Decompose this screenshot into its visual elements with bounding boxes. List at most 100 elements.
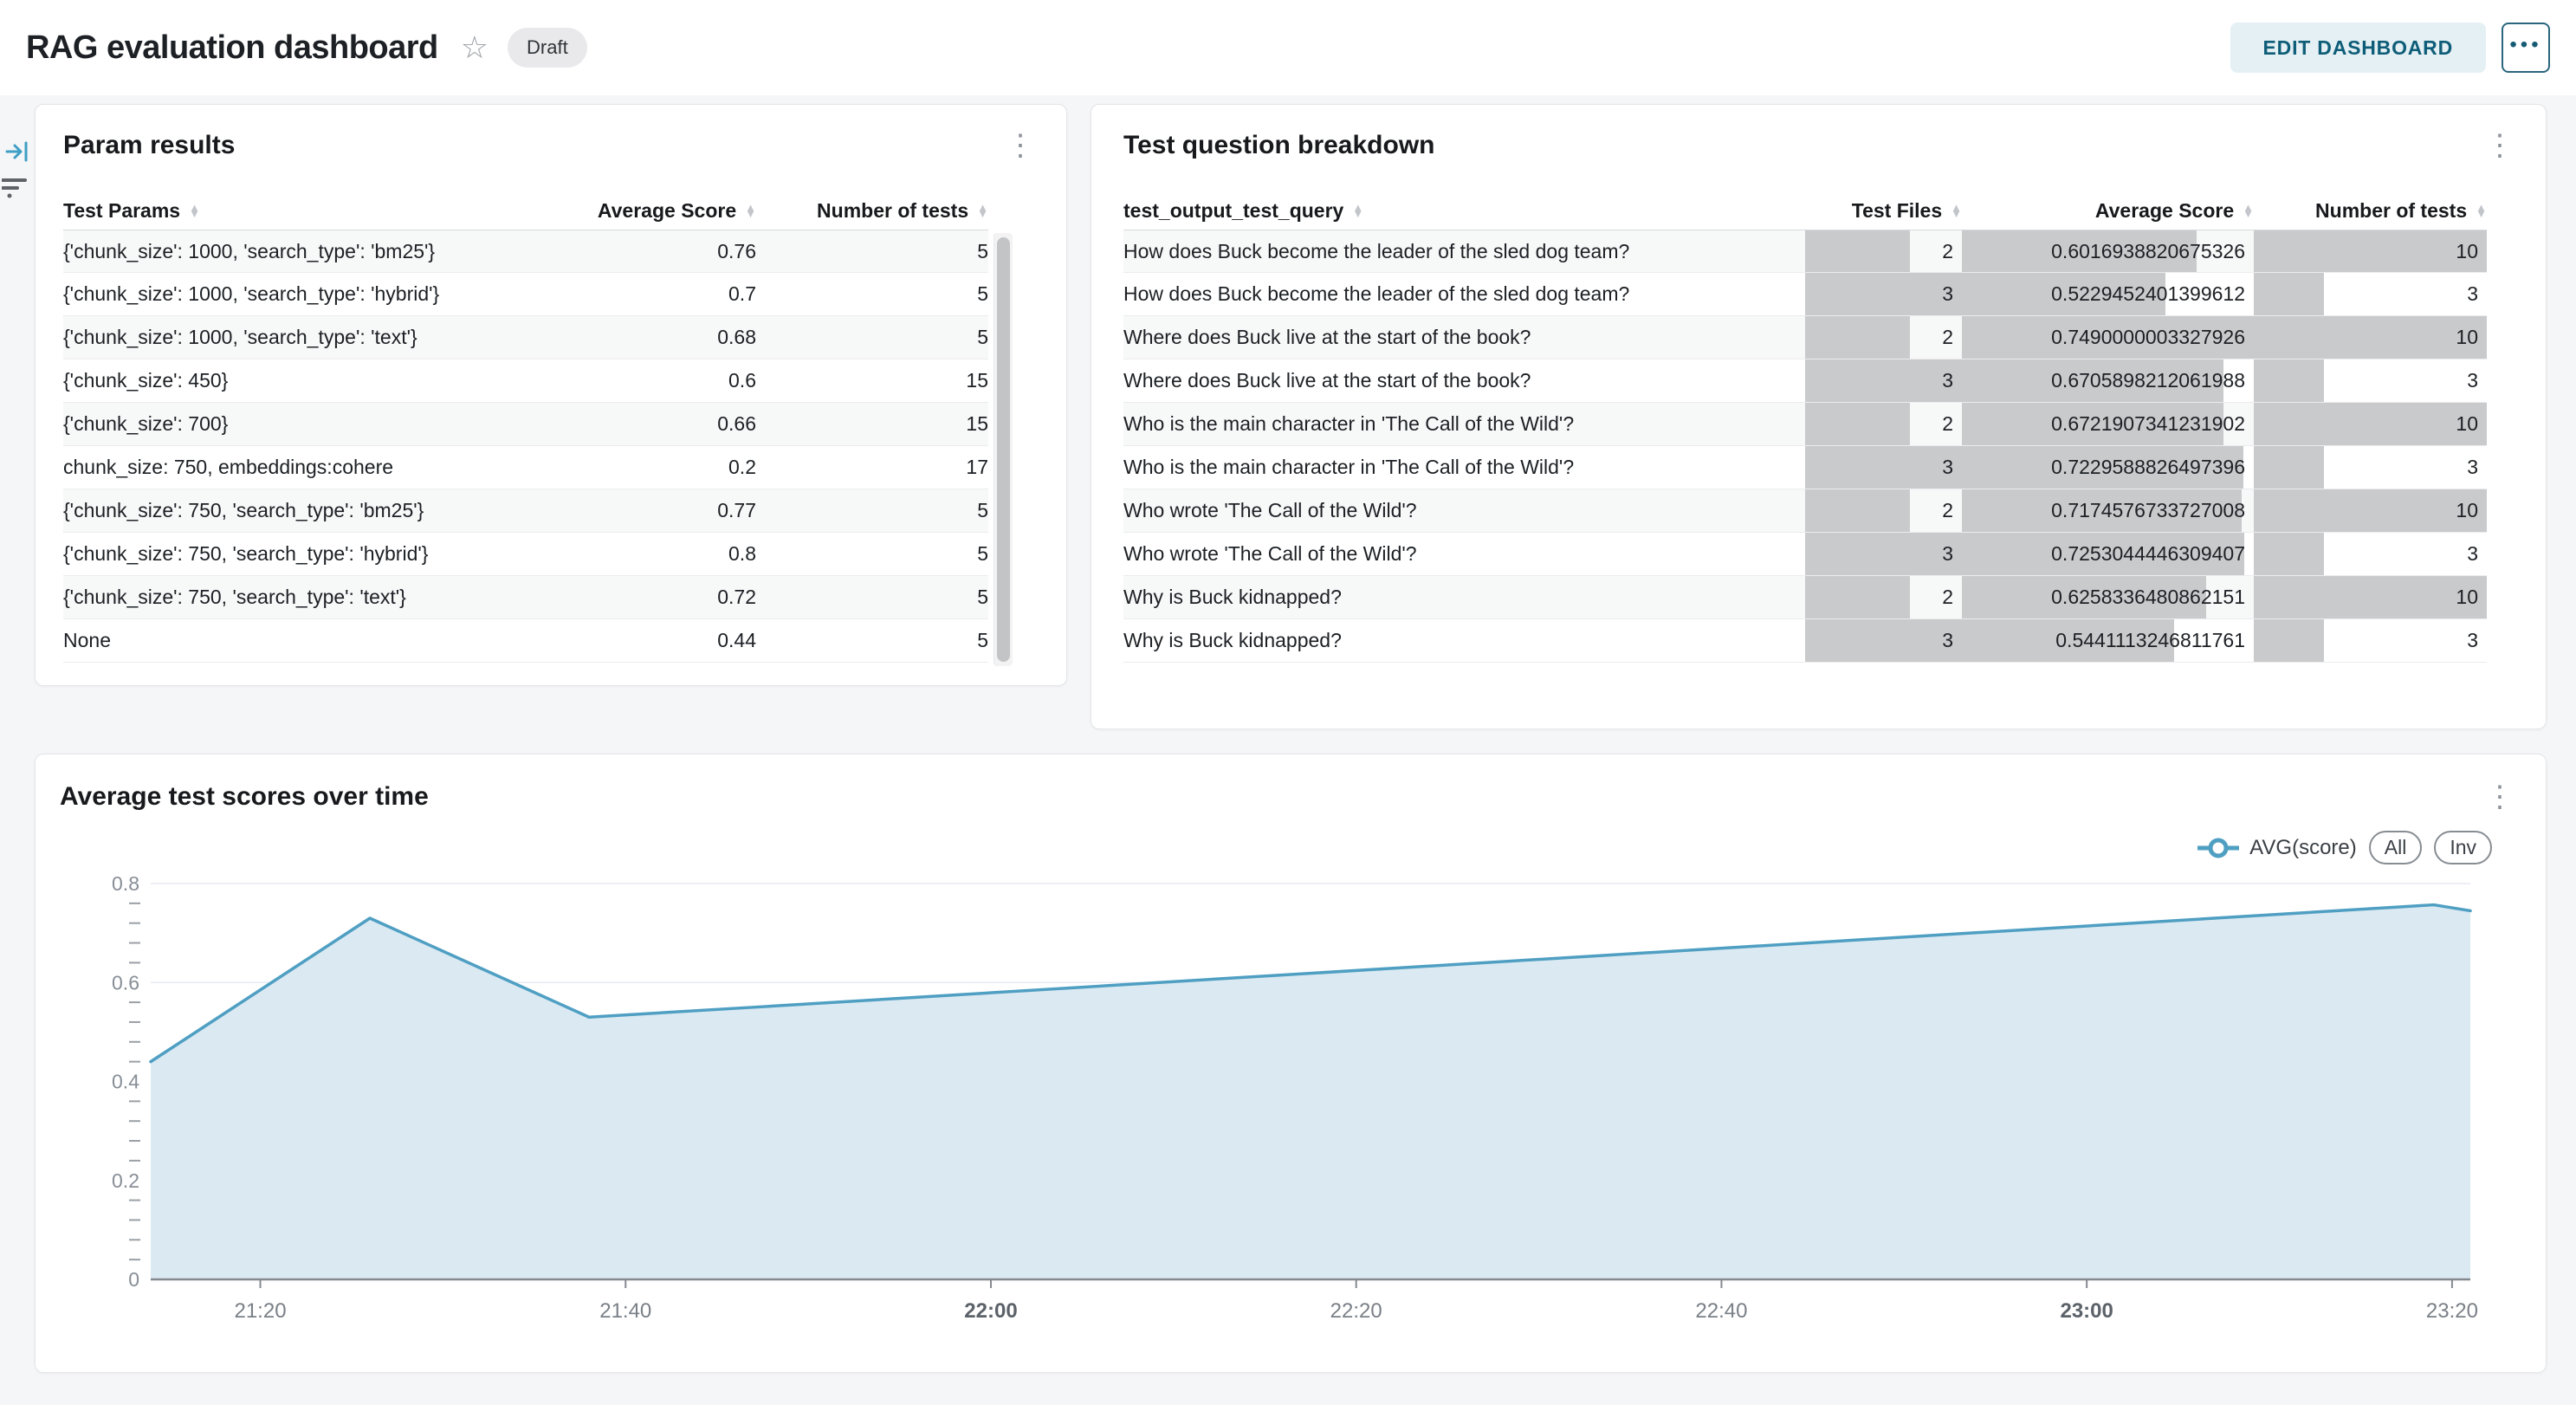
collapse-panel-icon[interactable] xyxy=(5,140,29,167)
cell-value: 0.76 xyxy=(496,230,756,272)
cell-text: {'chunk_size': 750, 'search_type': 'text… xyxy=(63,576,496,618)
cell-value: 15 xyxy=(756,403,988,445)
cell-text: Why is Buck kidnapped? xyxy=(1123,619,1805,662)
top-bar: RAG evaluation dashboard ☆ Draft EDIT DA… xyxy=(0,0,2576,95)
cell-text: {'chunk_size': 450} xyxy=(63,359,496,402)
cell-value: 0.7 xyxy=(496,273,756,315)
cell-value: 2 xyxy=(1805,499,1962,522)
cell-text: {'chunk_size': 1000, 'search_type': 'hyb… xyxy=(63,273,496,315)
table-row: Why is Buck kidnapped?20.625833648086215… xyxy=(1123,576,2487,619)
sort-icon: ▲▼ xyxy=(2476,204,2487,217)
table-row: Where does Buck live at the start of the… xyxy=(1123,316,2487,359)
table-row: Who wrote 'The Call of the Wild'?20.7174… xyxy=(1123,489,2487,533)
cell-value: 3 xyxy=(1805,282,1962,306)
table-row: {'chunk_size': 1000, 'search_type': 'tex… xyxy=(63,316,988,359)
cell-value: 3 xyxy=(1805,629,1962,652)
status-badge: Draft xyxy=(508,28,587,68)
svg-text:23:20: 23:20 xyxy=(2426,1299,2478,1323)
scores-over-time-card: Average test scores over time ⋮ AVG(scor… xyxy=(35,754,2547,1373)
cell-value: 3 xyxy=(2254,369,2487,392)
sort-icon: ▲▼ xyxy=(2243,204,2254,217)
cell-value: 3 xyxy=(2254,456,2487,479)
svg-text:0.6: 0.6 xyxy=(112,971,139,994)
card-title-question-breakdown: Test question breakdown xyxy=(1123,131,1435,160)
table-row: Who is the main character in 'The Call o… xyxy=(1123,446,2487,489)
cell-value: 0.77 xyxy=(496,489,756,532)
svg-text:0: 0 xyxy=(128,1268,139,1291)
column-header-average-score[interactable]: Average Score ▲▼ xyxy=(1962,199,2254,223)
cell-value: 10 xyxy=(2254,240,2487,263)
table-row: How does Buck become the leader of the s… xyxy=(1123,230,2487,273)
filter-icon[interactable] xyxy=(2,177,28,204)
cell-text: Who wrote 'The Call of the Wild'? xyxy=(1123,533,1805,575)
edit-dashboard-button[interactable]: EDIT DASHBOARD xyxy=(2230,23,2486,73)
area-chart[interactable]: 00.20.40.60.821:2021:4022:0022:2022:4023… xyxy=(36,754,2547,1374)
cell-value: 0.44 xyxy=(496,619,756,662)
column-header-average-score[interactable]: Average Score ▲▼ xyxy=(496,199,756,223)
cell-value: 10 xyxy=(2254,499,2487,522)
table-row: {'chunk_size': 700}0.6615 xyxy=(63,403,988,446)
more-options-button[interactable]: ••• xyxy=(2502,23,2550,73)
cell-value: 3 xyxy=(1805,542,1962,566)
cell-value: 3 xyxy=(2254,629,2487,652)
column-header-test-params[interactable]: Test Params ▲▼ xyxy=(63,199,496,223)
svg-text:21:20: 21:20 xyxy=(234,1299,286,1323)
cell-text: Who wrote 'The Call of the Wild'? xyxy=(1123,489,1805,532)
cell-value: 5 xyxy=(756,576,988,618)
cell-value: 0.6705898212061988 xyxy=(1962,369,2254,392)
cell-value: 0.6258336480862151 xyxy=(1962,586,2254,609)
cell-text: Where does Buck live at the start of the… xyxy=(1123,316,1805,359)
sort-icon: ▲▼ xyxy=(1951,204,1962,217)
table-row: {'chunk_size': 1000, 'search_type': 'bm2… xyxy=(63,230,988,273)
cell-value: 2 xyxy=(1805,240,1962,263)
table-scrollbar[interactable] xyxy=(994,233,1013,666)
cell-value: 5 xyxy=(756,230,988,272)
table-row: {'chunk_size': 750, 'search_type': 'text… xyxy=(63,576,988,619)
cell-value: 0.7229588826497396 xyxy=(1962,456,2254,479)
table-row: None0.445 xyxy=(63,619,988,663)
cell-value: 5 xyxy=(756,619,988,662)
cell-value: 10 xyxy=(2254,326,2487,349)
column-header-number-of-tests[interactable]: Number of tests ▲▼ xyxy=(2254,199,2487,223)
question-breakdown-card: Test question breakdown ⋮ test_output_te… xyxy=(1091,104,2547,729)
svg-text:22:00: 22:00 xyxy=(964,1299,1017,1323)
card-menu-kebab-icon[interactable]: ⋮ xyxy=(999,131,1042,160)
cell-value: 2 xyxy=(1805,412,1962,436)
cell-value: 3 xyxy=(2254,282,2487,306)
column-header-number-of-tests[interactable]: Number of tests ▲▼ xyxy=(756,199,988,223)
cell-text: {'chunk_size': 700} xyxy=(63,403,496,445)
cell-value: 3 xyxy=(1805,369,1962,392)
cell-value: 0.6721907341231902 xyxy=(1962,412,2254,436)
cell-value: 3 xyxy=(2254,542,2487,566)
cell-text: How does Buck become the leader of the s… xyxy=(1123,230,1805,272)
card-menu-kebab-icon[interactable]: ⋮ xyxy=(2478,131,2521,160)
cell-value: 5 xyxy=(756,489,988,532)
cell-text: {'chunk_size': 750, 'search_type': 'bm25… xyxy=(63,489,496,532)
cell-value: 0.68 xyxy=(496,316,756,359)
table-row: {'chunk_size': 750, 'search_type': 'hybr… xyxy=(63,533,988,576)
cell-text: Who is the main character in 'The Call o… xyxy=(1123,403,1805,445)
cell-text: {'chunk_size': 1000, 'search_type': 'bm2… xyxy=(63,230,496,272)
favorite-star-icon[interactable]: ☆ xyxy=(461,29,489,66)
cell-text: Who is the main character in 'The Call o… xyxy=(1123,446,1805,489)
column-header-test-files[interactable]: Test Files ▲▼ xyxy=(1805,199,1962,223)
cell-value: 10 xyxy=(2254,412,2487,436)
cell-value: 0.5229452401399612 xyxy=(1962,282,2254,306)
cell-text: How does Buck become the leader of the s… xyxy=(1123,273,1805,315)
cell-value: 10 xyxy=(2254,586,2487,609)
svg-text:23:00: 23:00 xyxy=(2060,1299,2113,1323)
cell-text: Where does Buck live at the start of the… xyxy=(1123,359,1805,402)
sort-icon: ▲▼ xyxy=(745,204,756,217)
cell-value: 0.6 xyxy=(496,359,756,402)
column-header-test-query[interactable]: test_output_test_query ▲▼ xyxy=(1123,199,1805,223)
table-row: Where does Buck live at the start of the… xyxy=(1123,359,2487,403)
question-breakdown-table: How does Buck become the leader of the s… xyxy=(1123,230,2487,663)
cell-text: None xyxy=(63,619,496,662)
table-row: {'chunk_size': 450}0.615 xyxy=(63,359,988,403)
table-row: chunk_size: 750, embeddings:cohere0.217 xyxy=(63,446,988,489)
svg-text:22:40: 22:40 xyxy=(1695,1299,1747,1323)
sort-icon: ▲▼ xyxy=(977,204,988,217)
cell-value: 0.2 xyxy=(496,446,756,489)
sort-icon: ▲▼ xyxy=(1352,204,1363,217)
scrollbar-thumb[interactable] xyxy=(997,237,1010,662)
